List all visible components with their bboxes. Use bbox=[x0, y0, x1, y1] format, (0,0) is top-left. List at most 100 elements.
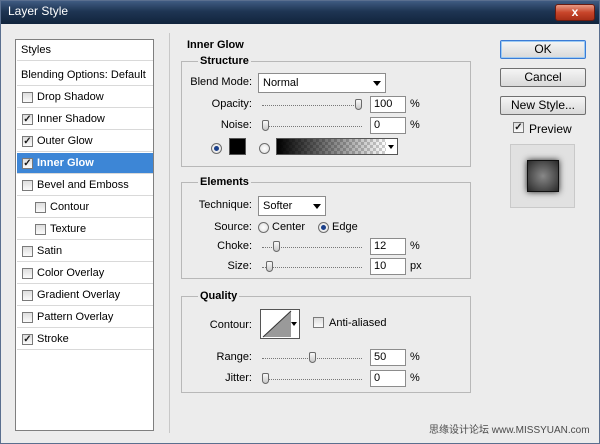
percent-unit: % bbox=[410, 98, 420, 110]
style-checkbox[interactable] bbox=[22, 334, 33, 345]
chevron-down-icon bbox=[373, 81, 381, 86]
panel-title: Inner Glow bbox=[187, 39, 244, 51]
jitter-input[interactable]: 0 bbox=[370, 370, 406, 387]
style-item-label: Pattern Overlay bbox=[37, 311, 114, 323]
style-checkbox[interactable] bbox=[22, 312, 33, 323]
px-unit: px bbox=[410, 260, 422, 272]
blend-mode-label: Blend Mode: bbox=[190, 76, 252, 88]
quality-group: Quality Contour: Anti-aliased Range: 50 … bbox=[181, 290, 471, 393]
choke-label: Choke: bbox=[217, 240, 252, 252]
slider-thumb[interactable] bbox=[262, 373, 269, 384]
title-bar[interactable]: Layer Style x bbox=[1, 1, 599, 24]
styles-list: Styles Blending Options: Default Drop Sh… bbox=[15, 39, 154, 431]
style-item[interactable]: Bevel and Emboss bbox=[17, 175, 153, 196]
style-item-label: Gradient Overlay bbox=[37, 289, 121, 301]
percent-unit: % bbox=[410, 240, 420, 252]
style-checkbox[interactable] bbox=[22, 158, 33, 169]
close-button[interactable]: x bbox=[555, 4, 595, 21]
style-item[interactable]: Contour bbox=[17, 197, 153, 218]
size-label: Size: bbox=[227, 260, 252, 272]
slider-thumb[interactable] bbox=[262, 120, 269, 131]
noise-input[interactable]: 0 bbox=[370, 117, 406, 134]
preview-swatch bbox=[527, 160, 559, 192]
style-item[interactable]: Gradient Overlay bbox=[17, 285, 153, 306]
color-swatch[interactable] bbox=[229, 138, 246, 155]
slider-thumb[interactable] bbox=[355, 99, 362, 110]
percent-unit: % bbox=[410, 351, 420, 363]
anti-aliased-checkbox[interactable] bbox=[313, 317, 324, 328]
range-input[interactable]: 50 bbox=[370, 349, 406, 366]
size-input[interactable]: 10 bbox=[370, 258, 406, 275]
styles-header[interactable]: Styles bbox=[17, 40, 153, 61]
style-checkbox[interactable] bbox=[35, 224, 46, 235]
style-item[interactable]: Outer Glow bbox=[17, 131, 153, 152]
choke-input[interactable]: 12 bbox=[370, 238, 406, 255]
style-item[interactable]: Inner Glow bbox=[17, 153, 153, 174]
elements-group: Elements Technique: Softer Source: Cente… bbox=[181, 176, 471, 279]
contour-linear-icon bbox=[262, 310, 292, 338]
slider-thumb[interactable] bbox=[309, 352, 316, 363]
style-item[interactable]: Satin bbox=[17, 241, 153, 262]
opacity-input[interactable]: 100 bbox=[370, 96, 406, 113]
gradient-picker[interactable] bbox=[276, 138, 398, 155]
style-item-label: Color Overlay bbox=[37, 267, 105, 279]
percent-unit: % bbox=[410, 372, 420, 384]
choke-slider[interactable] bbox=[262, 241, 362, 252]
contour-label: Contour: bbox=[209, 319, 252, 331]
style-item-label: Stroke bbox=[37, 333, 69, 345]
source-edge-label: Edge bbox=[332, 221, 358, 233]
style-checkbox[interactable] bbox=[22, 246, 33, 257]
preview-checkbox[interactable] bbox=[513, 122, 524, 133]
noise-slider[interactable] bbox=[262, 120, 362, 131]
style-item[interactable]: Inner Shadow bbox=[17, 109, 153, 130]
source-center-label: Center bbox=[272, 221, 306, 233]
anti-aliased-label: Anti-aliased bbox=[329, 317, 387, 329]
style-checkbox[interactable] bbox=[22, 290, 33, 301]
style-item[interactable]: Texture bbox=[17, 219, 153, 240]
cancel-button[interactable]: Cancel bbox=[500, 68, 586, 87]
technique-value: Softer bbox=[263, 200, 293, 212]
new-style-button[interactable]: New Style... bbox=[500, 96, 586, 115]
opacity-slider[interactable] bbox=[262, 99, 362, 110]
window-title: Layer Style bbox=[8, 4, 69, 18]
style-item-label: Inner Glow bbox=[37, 157, 94, 169]
blend-mode-value: Normal bbox=[263, 77, 299, 89]
style-item[interactable]: Color Overlay bbox=[17, 263, 153, 284]
style-checkbox[interactable] bbox=[22, 114, 33, 125]
style-item-label: Outer Glow bbox=[37, 135, 93, 147]
structure-group: Structure Blend Mode: Normal Opacity: 10… bbox=[181, 55, 471, 167]
watermark: 思缘设计论坛 www.MISSYUAN.com bbox=[429, 425, 590, 436]
style-checkbox[interactable] bbox=[35, 202, 46, 213]
chevron-down-icon bbox=[388, 145, 394, 149]
range-slider[interactable] bbox=[262, 352, 362, 363]
style-item[interactable]: Stroke bbox=[17, 329, 153, 350]
style-checkbox[interactable] bbox=[22, 180, 33, 191]
preview-thumbnail bbox=[510, 144, 575, 208]
structure-heading: Structure bbox=[198, 55, 251, 67]
style-checkbox[interactable] bbox=[22, 92, 33, 103]
style-item-label: Contour bbox=[50, 201, 90, 213]
gradient-radio[interactable] bbox=[259, 143, 270, 154]
layer-style-dialog: Layer Style x Styles Blending Options: D… bbox=[0, 0, 600, 444]
style-item[interactable]: Drop Shadow bbox=[17, 87, 153, 108]
opacity-label: Opacity: bbox=[211, 98, 252, 110]
color-radio[interactable] bbox=[211, 143, 222, 154]
gradient-preview bbox=[277, 139, 386, 154]
style-item-label: Bevel and Emboss bbox=[37, 179, 129, 191]
range-label: Range: bbox=[216, 351, 252, 363]
style-checkbox[interactable] bbox=[22, 136, 33, 147]
source-center-radio[interactable] bbox=[258, 222, 269, 233]
slider-thumb[interactable] bbox=[273, 241, 280, 252]
percent-unit: % bbox=[410, 119, 420, 131]
jitter-slider[interactable] bbox=[262, 373, 362, 384]
slider-thumb[interactable] bbox=[266, 261, 273, 272]
size-slider[interactable] bbox=[262, 261, 362, 272]
source-edge-radio[interactable] bbox=[318, 222, 329, 233]
ok-button[interactable]: OK bbox=[500, 40, 586, 59]
style-checkbox[interactable] bbox=[22, 268, 33, 279]
contour-picker[interactable] bbox=[260, 309, 300, 339]
technique-dropdown[interactable]: Softer bbox=[258, 196, 326, 216]
style-item[interactable]: Pattern Overlay bbox=[17, 307, 153, 328]
blend-mode-dropdown[interactable]: Normal bbox=[258, 73, 386, 93]
blending-options-item[interactable]: Blending Options: Default bbox=[17, 65, 153, 86]
